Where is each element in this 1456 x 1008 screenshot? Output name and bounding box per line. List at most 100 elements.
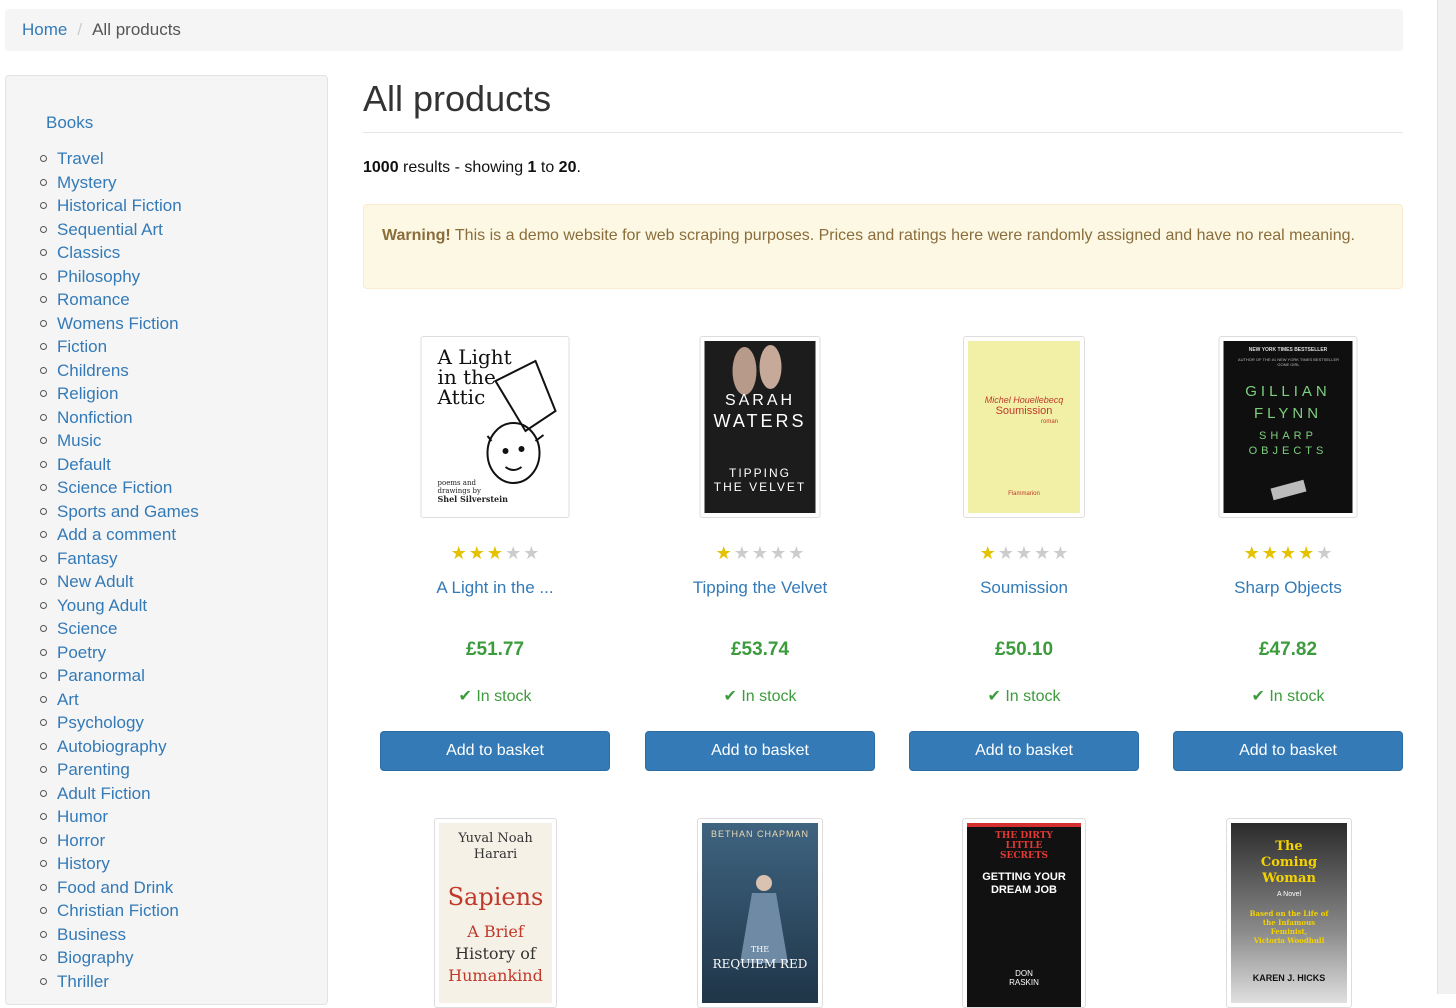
circle-bullet-icon	[40, 319, 47, 327]
sidebar-category-link[interactable]: Christian Fiction	[57, 899, 179, 923]
sidebar-category-link[interactable]: Fiction	[57, 335, 107, 359]
cover-text: REQUIEM RED	[712, 957, 808, 971]
sidebar-category-link[interactable]: Travel	[57, 147, 104, 171]
product-title-link[interactable]: Soumission	[909, 578, 1139, 598]
category-sidebar: Books Travel Mystery Historical Fiction Seq…	[5, 75, 328, 1005]
sidebar-category-link[interactable]: Mystery	[57, 171, 117, 195]
sidebar-category-link[interactable]: Philosophy	[57, 265, 140, 289]
star-icon-empty: ★	[523, 543, 540, 563]
sidebar-category-link[interactable]: Music	[57, 429, 101, 453]
sidebar-category-link[interactable]: Childrens	[57, 359, 129, 383]
sidebar-category-link[interactable]: Humor	[57, 805, 108, 829]
circle-bullet-icon	[40, 860, 47, 868]
sidebar-category-item: Biography	[40, 946, 199, 970]
sidebar-category-link[interactable]: Food and Drink	[57, 876, 173, 900]
cover-text: SECRETS	[999, 851, 1049, 861]
breadcrumb-home-link[interactable]: Home	[22, 20, 67, 40]
product-cover-link[interactable]: SARAH WATERS TIPPING THE VELVET	[699, 336, 821, 518]
star-icon-empty: ★	[1052, 543, 1069, 563]
cover-text: Humankind	[448, 966, 543, 985]
sidebar-category-link[interactable]: Paranormal	[57, 664, 145, 688]
sidebar-category-link[interactable]: Fantasy	[57, 547, 117, 571]
cover-text: History of	[455, 944, 536, 963]
sidebar-category-link[interactable]: Parenting	[57, 758, 130, 782]
sidebar-category-link[interactable]: Add a comment	[57, 523, 176, 547]
sidebar-category-link[interactable]: Nonfiction	[57, 406, 133, 430]
sidebar-category-link[interactable]: Thriller	[57, 970, 109, 994]
sidebar-category-item: Mystery	[40, 171, 199, 195]
sidebar-category-link[interactable]: Default	[57, 453, 111, 477]
sidebar-category-item: Adult Fiction	[40, 782, 199, 806]
sidebar-category-link[interactable]: History	[57, 852, 110, 876]
circle-bullet-icon	[40, 766, 47, 774]
add-to-basket-button[interactable]: Add to basket	[380, 731, 610, 771]
circle-bullet-icon	[40, 648, 47, 656]
sidebar-category-item: Fiction	[40, 335, 199, 359]
cover-text: TIPPING	[728, 466, 791, 480]
sidebar-category-link[interactable]: Psychology	[57, 711, 144, 735]
sidebar-category-link[interactable]: Poetry	[57, 641, 106, 665]
product-cover-link[interactable]: The Coming Woman A Novel Based on the Li…	[1226, 818, 1352, 1008]
sidebar-category-link[interactable]: Business	[57, 923, 126, 947]
book-cover-image: BETHAN CHAPMAN THE REQUIEM RED	[702, 823, 818, 1003]
add-to-basket-button[interactable]: Add to basket	[645, 731, 875, 771]
product-cover-link[interactable]: A Light in the Attic poems and drawings …	[420, 336, 570, 518]
circle-bullet-icon	[40, 813, 47, 821]
sidebar-category-link[interactable]: Young Adult	[57, 594, 147, 618]
circle-bullet-icon	[40, 484, 47, 492]
add-to-basket-button[interactable]: Add to basket	[1173, 731, 1403, 771]
cover-text: LITTLE	[1005, 841, 1043, 851]
product-title-link[interactable]: Sharp Objects	[1173, 578, 1403, 598]
sidebar-category-link[interactable]: Adult Fiction	[57, 782, 151, 806]
sidebar-category-item: Poetry	[40, 641, 199, 665]
sidebar-category-link[interactable]: Sports and Games	[57, 500, 199, 524]
sidebar-category-item: Music	[40, 429, 199, 453]
sidebar-category-link[interactable]: Art	[57, 688, 79, 712]
sidebar-category-link[interactable]: Science Fiction	[57, 476, 172, 500]
cover-text: A Novel	[1276, 891, 1302, 898]
sidebar-category-link[interactable]: Womens Fiction	[57, 312, 179, 336]
cover-text: Shel Silverstein	[437, 494, 508, 504]
sidebar-category-item: Business	[40, 923, 199, 947]
sidebar-category-link[interactable]: Sequential Art	[57, 218, 163, 242]
circle-bullet-icon	[40, 413, 47, 421]
circle-bullet-icon	[40, 249, 47, 257]
star-icon-filled: ★	[450, 543, 467, 563]
availability-text: In stock	[476, 688, 532, 705]
availability: ✔ In stock	[645, 686, 875, 706]
product-cover-link[interactable]: Michel Houellebecq Soumission roman Flam…	[963, 336, 1085, 518]
cover-text: RASKIN	[1009, 978, 1039, 987]
product-title-link[interactable]: Tipping the Velvet	[645, 578, 875, 598]
product-cover-link[interactable]: THE DIRTY LITTLE SECRETS GETTING YOUR DR…	[962, 818, 1086, 1008]
product-cover-link[interactable]: BETHAN CHAPMAN THE REQUIEM RED	[697, 818, 823, 1008]
product-cover-link[interactable]: NEW YORK TIMES BESTSELLER AUTHOR OF THE …	[1218, 336, 1358, 518]
sidebar-category-link[interactable]: Autobiography	[57, 735, 167, 759]
cover-text: WATERS	[713, 411, 807, 431]
cover-text: DON	[1015, 969, 1033, 978]
circle-bullet-icon	[40, 531, 47, 539]
star-icon-empty: ★	[505, 543, 522, 563]
sidebar-category-link[interactable]: Romance	[57, 288, 130, 312]
product-title-link[interactable]: A Light in the ...	[380, 578, 610, 598]
sidebar-category-link[interactable]: Science	[57, 617, 117, 641]
star-icon-filled: ★	[486, 543, 504, 563]
circle-bullet-icon	[40, 977, 47, 985]
circle-bullet-icon	[40, 178, 47, 186]
sidebar-category-link[interactable]: Horror	[57, 829, 105, 853]
sidebar-category-item: Fantasy	[40, 547, 199, 571]
product-cover-link[interactable]: Yuval Noah Harari Sapiens A Brief Histor…	[434, 818, 557, 1008]
cover-text: THE	[750, 945, 770, 954]
sidebar-books-link[interactable]: Books	[46, 113, 93, 133]
sidebar-category-item: Parenting	[40, 758, 199, 782]
sidebar-category-link[interactable]: Biography	[57, 946, 134, 970]
star-icon-empty: ★	[788, 543, 805, 563]
sidebar-category-link[interactable]: Historical Fiction	[57, 194, 182, 218]
cover-text: THE DIRTY	[995, 831, 1053, 841]
add-to-basket-button[interactable]: Add to basket	[909, 731, 1139, 771]
circle-bullet-icon	[40, 155, 47, 163]
book-cover-image: Michel Houellebecq Soumission roman Flam…	[968, 341, 1080, 513]
scrollbar-track[interactable]	[1437, 0, 1456, 994]
sidebar-category-link[interactable]: New Adult	[57, 570, 134, 594]
sidebar-category-link[interactable]: Religion	[57, 382, 118, 406]
sidebar-category-link[interactable]: Classics	[57, 241, 120, 265]
